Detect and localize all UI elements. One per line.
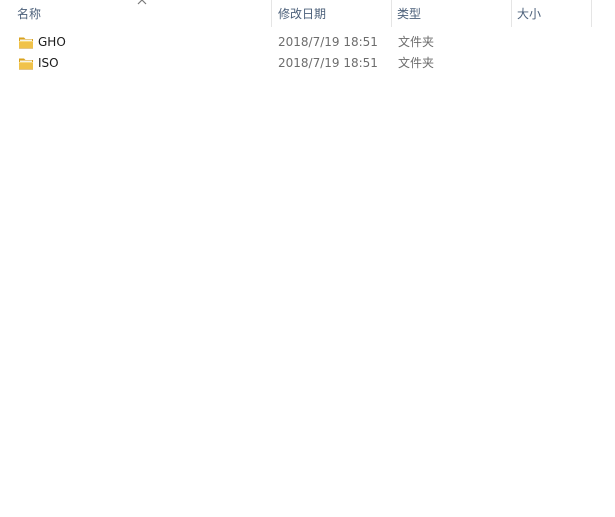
folder-icon: [19, 37, 33, 49]
file-rows: GHO 2018/7/19 18:51 文件夹 ISO 2018/7/19 18…: [0, 32, 592, 74]
column-header-bar: 名称 修改日期 类型 大小: [0, 0, 592, 28]
column-header-size[interactable]: 大小: [511, 0, 592, 28]
sort-caret-up-icon: [137, 0, 147, 5]
file-list-view: 名称 修改日期 类型 大小 GHO 2018/7/19 18:51 文件夹 IS…: [0, 0, 615, 517]
file-row-iso[interactable]: ISO 2018/7/19 18:51 文件夹: [0, 53, 592, 74]
file-row-gho[interactable]: GHO 2018/7/19 18:51 文件夹: [0, 32, 592, 53]
file-date-modified: 2018/7/19 18:51: [278, 35, 378, 49]
file-name: ISO: [38, 56, 59, 70]
folder-icon: [19, 58, 33, 70]
column-header-date-label: 修改日期: [278, 7, 327, 21]
column-header-type-label: 类型: [397, 7, 422, 21]
column-header-size-label: 大小: [517, 7, 542, 21]
column-header-name-label: 名称: [17, 7, 42, 21]
file-date-modified: 2018/7/19 18:51: [278, 56, 378, 70]
column-divider[interactable]: [591, 0, 592, 27]
file-type: 文件夹: [398, 56, 435, 70]
file-type: 文件夹: [398, 35, 435, 49]
file-name: GHO: [38, 35, 66, 49]
column-header-date-modified[interactable]: 修改日期: [271, 0, 391, 28]
column-header-type[interactable]: 类型: [391, 0, 511, 28]
